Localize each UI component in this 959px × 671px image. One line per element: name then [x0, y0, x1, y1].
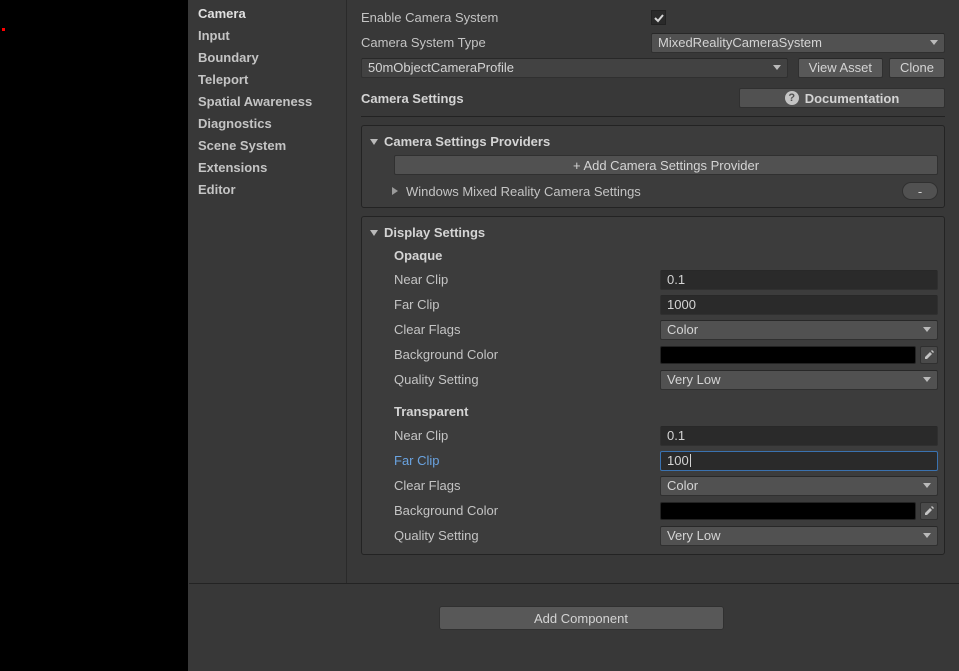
- opaque-quality-value: Very Low: [667, 372, 720, 387]
- sidebar: Camera Input Boundary Teleport Spatial A…: [188, 0, 346, 671]
- providers-foldout[interactable]: Camera Settings Providers: [368, 132, 938, 155]
- add-component-button[interactable]: Add Component: [439, 606, 724, 630]
- left-gutter: [0, 0, 188, 671]
- chevron-down-icon: [773, 65, 781, 70]
- camera-system-type-value: MixedRealityCameraSystem: [658, 35, 822, 50]
- opaque-clear-flags-label: Clear Flags: [368, 322, 654, 337]
- triangle-down-icon: [370, 230, 378, 236]
- sidebar-item-spatial-awareness[interactable]: Spatial Awareness: [188, 91, 346, 113]
- camera-profile-dropdown[interactable]: 50mObjectCameraProfile: [361, 58, 788, 78]
- transparent-quality-dropdown[interactable]: Very Low: [660, 526, 938, 546]
- transparent-color-picker-button[interactable]: [920, 502, 938, 520]
- transparent-near-clip-label: Near Clip: [368, 428, 654, 443]
- documentation-button[interactable]: ? Documentation: [739, 88, 945, 108]
- chevron-down-icon: [923, 533, 931, 538]
- main-panel: Enable Camera System Camera System Type …: [346, 0, 959, 671]
- opaque-header: Opaque: [368, 242, 938, 267]
- sidebar-item-extensions[interactable]: Extensions: [188, 157, 346, 179]
- camera-settings-providers-box: Camera Settings Providers + Add Camera S…: [361, 125, 945, 208]
- transparent-near-clip-input[interactable]: 0.1: [660, 426, 938, 446]
- opaque-clear-flags-value: Color: [667, 322, 698, 337]
- transparent-far-clip-value: 100: [667, 453, 689, 468]
- transparent-clear-flags-dropdown[interactable]: Color: [660, 476, 938, 496]
- clone-button[interactable]: Clone: [889, 58, 945, 78]
- sidebar-item-boundary[interactable]: Boundary: [188, 47, 346, 69]
- opaque-near-clip-input[interactable]: 0.1: [660, 270, 938, 290]
- providers-title: Camera Settings Providers: [384, 134, 550, 149]
- eyedropper-icon: [923, 349, 935, 361]
- display-settings-box: Display Settings Opaque Near Clip 0.1 Fa…: [361, 216, 945, 555]
- sidebar-item-camera[interactable]: Camera: [188, 3, 346, 25]
- opaque-bg-color-label: Background Color: [368, 347, 654, 362]
- transparent-quality-value: Very Low: [667, 528, 720, 543]
- footer: Add Component: [189, 583, 959, 671]
- opaque-color-picker-button[interactable]: [920, 346, 938, 364]
- camera-profile-value: 50mObjectCameraProfile: [368, 60, 514, 75]
- chevron-down-icon: [923, 377, 931, 382]
- chevron-down-icon: [930, 40, 938, 45]
- opaque-quality-dropdown[interactable]: Very Low: [660, 370, 938, 390]
- transparent-bg-color-label: Background Color: [368, 503, 654, 518]
- opaque-bg-color-field[interactable]: [660, 346, 916, 364]
- enable-camera-system-label: Enable Camera System: [361, 10, 645, 25]
- transparent-header: Transparent: [368, 392, 938, 423]
- documentation-label: Documentation: [805, 91, 900, 106]
- triangle-down-icon: [370, 139, 378, 145]
- camera-system-type-label: Camera System Type: [361, 35, 645, 50]
- display-settings-foldout[interactable]: Display Settings: [368, 223, 938, 242]
- transparent-far-clip-label: Far Clip: [368, 453, 654, 468]
- divider: [361, 116, 945, 117]
- add-camera-settings-provider-button[interactable]: + Add Camera Settings Provider: [394, 155, 938, 175]
- sidebar-item-scene-system[interactable]: Scene System: [188, 135, 346, 157]
- transparent-far-clip-input[interactable]: 100: [660, 451, 938, 471]
- eyedropper-icon: [923, 505, 935, 517]
- camera-system-type-dropdown[interactable]: MixedRealityCameraSystem: [651, 33, 945, 53]
- view-asset-button[interactable]: View Asset: [798, 58, 883, 78]
- marker-dot: [2, 28, 5, 31]
- provider-item[interactable]: Windows Mixed Reality Camera Settings: [368, 181, 896, 201]
- transparent-clear-flags-label: Clear Flags: [368, 478, 654, 493]
- sidebar-item-editor[interactable]: Editor: [188, 179, 346, 201]
- help-icon: ?: [785, 91, 799, 105]
- triangle-right-icon: [392, 187, 398, 195]
- opaque-far-clip-input[interactable]: 1000: [660, 295, 938, 315]
- text-cursor: [690, 454, 691, 467]
- opaque-near-clip-label: Near Clip: [368, 272, 654, 287]
- sidebar-item-input[interactable]: Input: [188, 25, 346, 47]
- provider-item-label: Windows Mixed Reality Camera Settings: [406, 184, 641, 199]
- transparent-bg-color-field[interactable]: [660, 502, 916, 520]
- remove-provider-button[interactable]: -: [902, 182, 938, 200]
- enable-camera-system-checkbox[interactable]: [651, 10, 666, 25]
- chevron-down-icon: [923, 483, 931, 488]
- sidebar-item-diagnostics[interactable]: Diagnostics: [188, 113, 346, 135]
- sidebar-item-teleport[interactable]: Teleport: [188, 69, 346, 91]
- chevron-down-icon: [923, 327, 931, 332]
- camera-settings-title: Camera Settings: [361, 91, 464, 106]
- display-settings-title: Display Settings: [384, 225, 485, 240]
- transparent-clear-flags-value: Color: [667, 478, 698, 493]
- opaque-far-clip-label: Far Clip: [368, 297, 654, 312]
- transparent-quality-label: Quality Setting: [368, 528, 654, 543]
- opaque-quality-label: Quality Setting: [368, 372, 654, 387]
- check-icon: [653, 12, 665, 24]
- opaque-clear-flags-dropdown[interactable]: Color: [660, 320, 938, 340]
